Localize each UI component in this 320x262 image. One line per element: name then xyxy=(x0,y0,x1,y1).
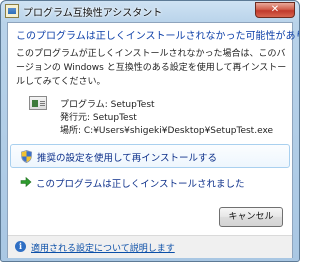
dialog-description: このプログラムが正しくインストールされなかった場合は、このバージョンの Wind… xyxy=(16,49,287,87)
cancel-button[interactable]: キャンセル xyxy=(219,207,283,227)
info-icon: i xyxy=(15,241,26,252)
program-location: 場所: C:¥Users¥shigeki¥Desktop¥SetupTest.e… xyxy=(60,126,274,136)
green-arrow-icon xyxy=(20,176,32,188)
shield-icon xyxy=(21,150,32,163)
reinstall-recommended-label: 推奨の設定を使用して再インストールする xyxy=(37,153,218,164)
program-publisher: 発行元: SetupTest xyxy=(60,113,137,123)
program-name: プログラム: SetupTest xyxy=(60,100,155,110)
program-icon xyxy=(29,96,47,110)
dialog-footer: i 適用される設定について説明します xyxy=(8,235,292,258)
window-title: プログラム互換性アシスタント xyxy=(23,8,163,19)
close-button[interactable] xyxy=(255,2,295,18)
reinstall-recommended-option[interactable]: 推奨の設定を使用して再インストールする xyxy=(10,144,290,168)
title-bar[interactable]: プログラム互換性アシスタント xyxy=(1,1,299,22)
installed-correctly-option[interactable]: このプログラムは正しくインストールされました xyxy=(10,171,290,195)
installed-correctly-label: このプログラムは正しくインストールされました xyxy=(36,179,245,190)
dialog-heading: このプログラムは正しくインストールされなかった可能性があります xyxy=(16,31,300,42)
dialog-content: このプログラムは正しくインストールされなかった可能性があります このプログラムが… xyxy=(7,22,299,258)
app-icon xyxy=(5,4,19,18)
settings-help-link[interactable]: 適用される設定について説明します xyxy=(31,241,175,254)
compatibility-assistant-window: プログラム互換性アシスタント このプログラムは正しくインストールされなかった可能… xyxy=(0,0,300,262)
